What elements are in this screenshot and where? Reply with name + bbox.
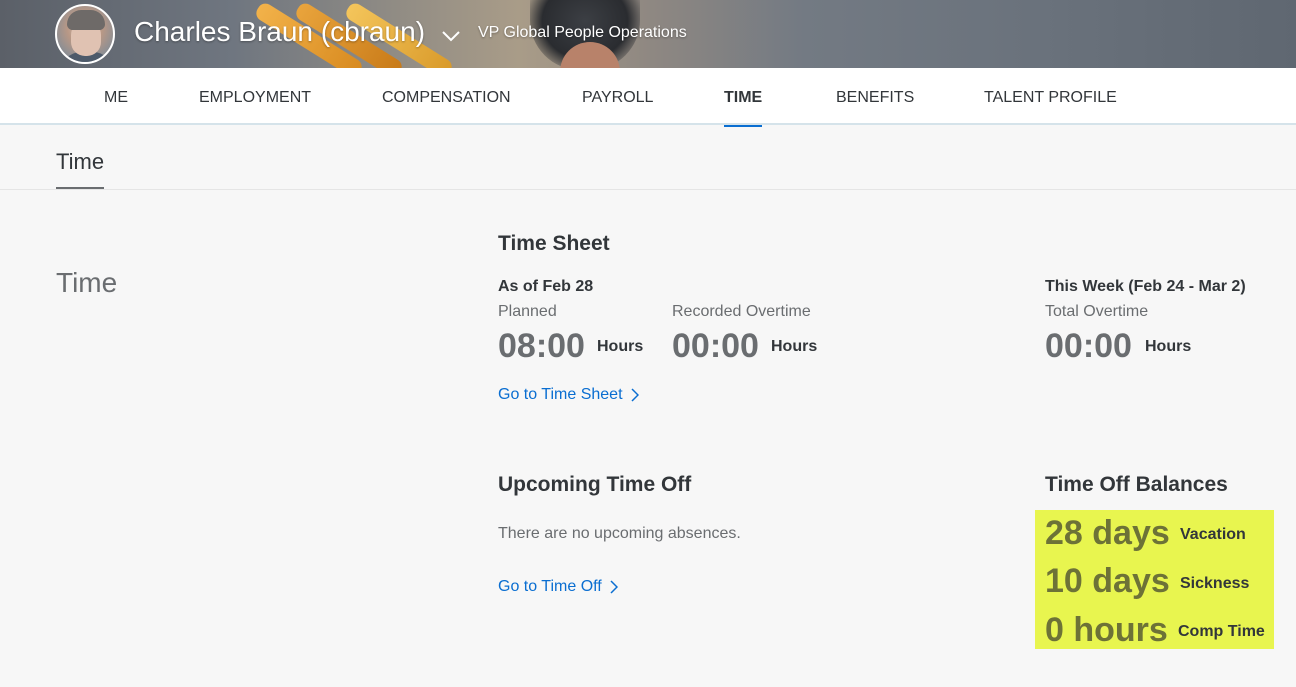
section-heading: Time [56,267,118,298]
tab-talent-profile[interactable]: TALENT PROFILE [984,68,1117,125]
upcoming-time-off-title: Upcoming Time Off [498,473,692,496]
chevron-right-icon [630,388,639,402]
vacation-balance-label: Vacation [1180,526,1246,543]
time-off-balances-title: Time Off Balances [1045,473,1228,496]
tab-time[interactable]: TIME [724,68,763,127]
recorded-overtime-label: Recorded Overtime [672,303,811,320]
go-to-time-sheet-label: Go to Time Sheet [498,386,623,403]
tab-benefits[interactable]: BENEFITS [836,68,914,125]
no-absences-text: There are no upcoming absences. [498,525,741,542]
chevron-right-icon [610,580,618,594]
go-to-time-sheet-link[interactable]: Go to Time Sheet [498,386,639,404]
go-to-time-off-link[interactable]: Go to Time Off [498,578,618,596]
tab-me[interactable]: ME [104,68,128,125]
time-sheet-title: Time Sheet [498,232,610,255]
section-bar: Time [0,125,1296,190]
profile-nav: ME EMPLOYMENT COMPENSATION PAYROLL TIME … [0,68,1296,127]
comp-time-balance-label: Comp Time [1178,623,1265,640]
tab-payroll[interactable]: PAYROLL [582,68,653,125]
avatar[interactable] [55,4,115,64]
tab-compensation[interactable]: COMPENSATION [382,68,511,125]
user-name[interactable]: Charles Braun (cbraun) [134,16,425,48]
planned-unit: Hours [597,338,644,355]
go-to-time-off-label: Go to Time Off [498,578,602,595]
profile-header: Charles Braun (cbraun) VP Global People … [0,0,1296,68]
this-week-label: This Week (Feb 24 - Mar 2) [1045,278,1246,295]
sickness-balance-value: 10 days [1045,562,1170,600]
comp-time-balance-value: 0 hours [1045,611,1168,649]
section-tab-time[interactable]: Time [56,149,105,189]
planned-value: 08:00 [498,327,585,365]
total-overtime-unit: Hours [1145,338,1192,355]
recorded-overtime-unit: Hours [771,338,818,355]
tab-employment[interactable]: EMPLOYMENT [199,68,311,125]
planned-label: Planned [498,303,557,320]
total-overtime-label: Total Overtime [1045,303,1149,320]
vacation-balance-value: 28 days [1045,514,1170,552]
user-title: VP Global People Operations [478,24,687,41]
recorded-overtime-value: 00:00 [672,327,759,365]
chevron-down-icon[interactable] [440,24,462,46]
sickness-balance-label: Sickness [1180,575,1250,592]
as-of-date: As of Feb 28 [498,278,594,295]
total-overtime-value: 00:00 [1045,327,1132,365]
